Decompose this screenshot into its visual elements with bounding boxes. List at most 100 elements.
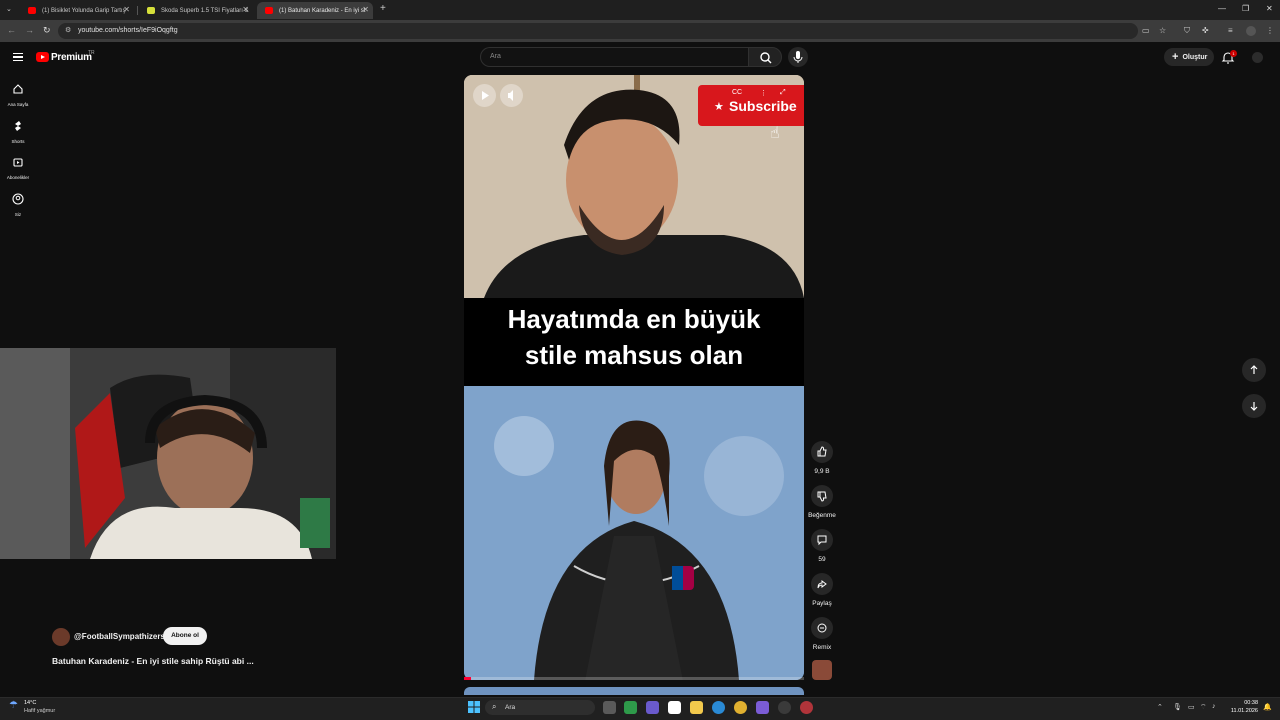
home-icon xyxy=(13,84,23,94)
site-info-icon[interactable]: ⚙ xyxy=(65,26,71,34)
subscribe-button[interactable]: Abone ol xyxy=(163,627,207,645)
display-tray-icon[interactable]: ▭ xyxy=(1188,703,1195,711)
microphone-tray-icon[interactable]: 🎙 xyxy=(1173,703,1182,711)
close-icon[interactable]: ✕ xyxy=(242,5,249,14)
video-title[interactable]: Batuhan Karadeniz - En iyi stile sahip R… xyxy=(52,656,254,666)
voice-search-button[interactable] xyxy=(788,47,808,67)
reading-list-icon[interactable]: ≡ xyxy=(1228,26,1233,35)
comment-icon xyxy=(817,535,827,546)
sidebar-item-shorts[interactable]: Shorts xyxy=(0,119,36,144)
restore-icon[interactable]: ❐ xyxy=(1242,4,1249,13)
browser-profile-avatar[interactable] xyxy=(1246,26,1256,36)
sound-thumbnail[interactable] xyxy=(812,660,832,680)
taskbar-time[interactable]: 00:38 xyxy=(1228,700,1258,706)
tab-skoda[interactable]: Skoda Superb 1.5 TSI Fiyatları & ✕ xyxy=(139,2,253,19)
next-short-button[interactable] xyxy=(1242,394,1266,418)
taskbar-search-label: Ara xyxy=(505,704,516,711)
obs-app-icon[interactable] xyxy=(800,701,813,714)
search-input[interactable] xyxy=(480,47,748,67)
file-explorer-icon[interactable] xyxy=(690,701,703,714)
chrome-browser-icon[interactable] xyxy=(734,701,747,714)
sidebar-item-subscriptions[interactable]: Abonelikler xyxy=(0,155,36,180)
channel-avatar[interactable] xyxy=(52,628,70,646)
play-icon xyxy=(482,91,489,100)
teams-app-icon[interactable] xyxy=(646,701,659,714)
bookmark-star-icon[interactable]: ☆ xyxy=(1159,26,1166,35)
discord-app-icon[interactable] xyxy=(756,701,769,714)
more-options-icon[interactable]: ⋮ xyxy=(760,89,767,97)
weather-temperature[interactable]: 14°C xyxy=(24,700,36,706)
remix-button[interactable]: Remix xyxy=(805,617,839,651)
captions-icon[interactable]: CC xyxy=(732,89,742,96)
video-frame-bottom xyxy=(464,386,804,680)
dislike-button[interactable]: Beğenme xyxy=(805,485,839,519)
hamburger-menu-icon[interactable] xyxy=(13,53,23,61)
edge-browser-icon[interactable] xyxy=(712,701,725,714)
cast-icon[interactable]: ▭ xyxy=(1142,26,1150,35)
like-count: 9,9 B xyxy=(814,468,830,475)
share-button[interactable]: Paylaş xyxy=(805,573,839,607)
search-button[interactable] xyxy=(748,47,782,67)
subscribe-overlay-text: Subscribe xyxy=(729,98,797,114)
close-window-icon[interactable]: ✕ xyxy=(1266,4,1273,13)
share-icon xyxy=(817,580,827,589)
comments-button[interactable]: 59 xyxy=(805,529,839,563)
fullscreen-icon[interactable]: ⤢ xyxy=(780,89,786,97)
calendar-app-icon[interactable] xyxy=(668,701,681,714)
task-view-icon[interactable] xyxy=(603,701,616,714)
minimize-icon[interactable]: — xyxy=(1218,4,1226,13)
youtube-icon xyxy=(28,7,36,14)
omnibox[interactable] xyxy=(58,23,1138,39)
taskbar-date[interactable]: 11.01.2026 xyxy=(1222,708,1258,714)
url-text[interactable]: youtube.com/shorts/IeF9iOqgftg xyxy=(78,27,178,34)
previous-short-button[interactable] xyxy=(1242,358,1266,382)
chrome-profile-icon[interactable] xyxy=(778,701,791,714)
tab-list-icon[interactable]: ⌄ xyxy=(6,5,12,13)
menu-kebab-icon[interactable]: ⋮ xyxy=(1266,26,1274,35)
volume-tray-icon[interactable]: ♪ xyxy=(1212,703,1216,710)
notification-center-icon[interactable]: 🔔 xyxy=(1263,703,1272,711)
sparkle-icon: ★ xyxy=(714,101,724,113)
you-icon xyxy=(12,193,24,205)
close-icon[interactable]: ✕ xyxy=(123,5,130,14)
new-tab-button[interactable]: + xyxy=(380,3,386,14)
xbox-app-icon[interactable] xyxy=(624,701,637,714)
tab-bisiklet[interactable]: (1) Bisiklet Yolunda Garip Tartış ✕ xyxy=(20,2,134,19)
youtube-premium-logo-text[interactable]: Premium xyxy=(51,52,92,63)
windows-start-icon[interactable] xyxy=(468,701,480,713)
sidebar-item-label: Ana Sayfa xyxy=(7,102,29,107)
next-short-preview[interactable] xyxy=(464,687,804,695)
youtube-logo-icon[interactable] xyxy=(36,52,49,62)
like-button[interactable]: 9,9 B xyxy=(805,441,839,475)
back-icon[interactable]: ← xyxy=(7,25,16,35)
taskbar-search-input[interactable] xyxy=(485,700,595,715)
search-icon xyxy=(760,52,772,64)
share-label: Paylaş xyxy=(812,600,832,607)
extension-shield-icon[interactable]: ⛉ xyxy=(1184,26,1190,36)
sidebar-item-home[interactable]: Ana Sayfa xyxy=(0,82,36,107)
extensions-icon[interactable]: ✜ xyxy=(1202,26,1209,35)
plus-icon: + xyxy=(1172,51,1179,63)
close-icon[interactable]: ✕ xyxy=(362,5,369,14)
tray-overflow-chevron-icon[interactable]: ⌃ xyxy=(1157,703,1163,711)
volume-icon xyxy=(508,90,513,101)
subscriptions-icon xyxy=(13,158,23,167)
channel-handle[interactable]: @FootballSympathizers xyxy=(74,632,165,641)
network-tray-icon[interactable]: ⌔ xyxy=(1200,703,1207,712)
region-code: TR xyxy=(88,50,95,56)
play-button[interactable] xyxy=(473,84,496,107)
video-progress-bar[interactable] xyxy=(464,677,804,680)
reload-icon[interactable]: ↻ xyxy=(43,25,51,36)
webcam-streamer-image xyxy=(0,348,336,559)
sidebar-item-you[interactable]: Siz xyxy=(0,192,36,217)
avatar[interactable] xyxy=(1252,52,1263,63)
mute-button[interactable] xyxy=(500,84,523,107)
weather-rain-icon[interactable]: ☂ xyxy=(9,700,18,711)
browser-tab-strip: ⌄ (1) Bisiklet Yolunda Garip Tartış ✕ Sk… xyxy=(0,0,1280,20)
sidebar-item-label: Siz xyxy=(14,212,22,217)
shorts-video-player[interactable]: Hayatımda en büyük stile mahsus olan ★ S… xyxy=(464,75,804,680)
create-button[interactable]: + Oluştur xyxy=(1164,48,1214,66)
weather-description[interactable]: Hafif yağmur xyxy=(24,708,55,714)
tab-batuhan-active[interactable]: (1) Batuhan Karadeniz - En iyi st ✕ xyxy=(257,2,373,19)
forward-icon[interactable]: → xyxy=(25,25,34,35)
